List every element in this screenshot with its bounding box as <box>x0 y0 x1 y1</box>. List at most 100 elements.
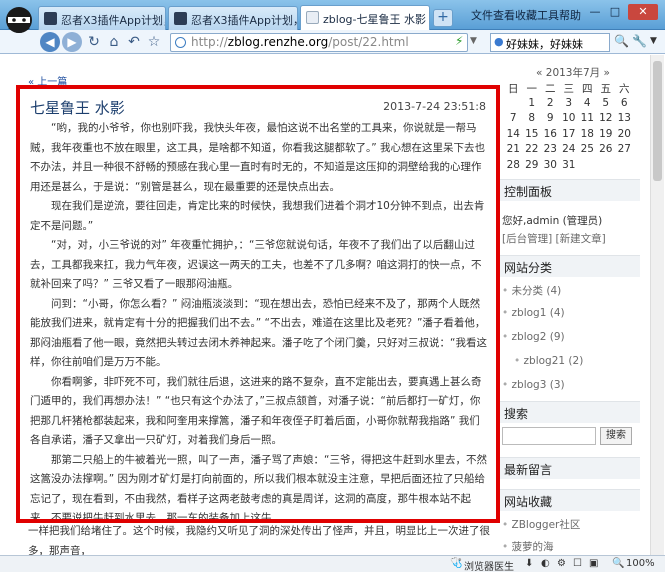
url-prefix: http:// <box>191 35 228 49</box>
zoom-icon[interactable]: 🔍 <box>612 558 624 569</box>
calendar-cell: 二 <box>545 83 556 95</box>
sidebar-search-input[interactable] <box>502 427 596 445</box>
dropdown-icon[interactable]: ▼ <box>470 36 477 46</box>
menu-view[interactable]: 查看 <box>493 7 515 23</box>
calendar-cell: 三 <box>563 83 575 95</box>
calendar-cell: 日 <box>508 83 519 95</box>
admin-dashboard-link[interactable]: [后台管理] <box>502 233 552 245</box>
menu-tools[interactable]: 工具 <box>537 7 559 23</box>
favorite-label[interactable]: ZBlogger社区 <box>512 519 581 531</box>
calendar-cell: 19 <box>599 127 613 140</box>
refresh-icon[interactable]: ↻ <box>84 32 104 52</box>
calendar-cell: 26 <box>599 143 613 155</box>
bullet-icon: • <box>502 285 512 297</box>
maximize-button[interactable]: □ <box>606 4 624 20</box>
title-bar: 忍者X3插件App计划，铺造 忍者X3插件App计划，铺造 zblog-七星鲁王… <box>0 0 665 33</box>
browser-doctor-icon[interactable]: 🩺 <box>450 558 462 569</box>
url-domain: zblog.renzhe.org <box>227 35 329 49</box>
category-label[interactable]: zblog2 (9) <box>512 331 565 343</box>
lightning-icon[interactable]: ⚡ <box>455 34 463 48</box>
status-tool-icon[interactable]: ▣ <box>589 558 598 569</box>
category-item[interactable]: • 未分类 (4) <box>502 283 561 298</box>
minimize-button[interactable]: — <box>586 4 604 20</box>
forward-icon[interactable]: ▶ <box>62 32 82 52</box>
tab-2-label: 忍者X3插件App计划，铺造 <box>191 14 297 27</box>
favorite-label[interactable]: 菠萝的海 <box>512 541 554 553</box>
category-item[interactable]: • zblog1 (4) <box>502 307 565 319</box>
category-item[interactable]: • zblog21 (2) <box>514 355 583 367</box>
address-bar[interactable]: http://zblog.renzhe.org/post/22.html <box>170 33 468 52</box>
browser-doctor-label[interactable]: 浏览器医生 <box>464 558 514 572</box>
calendar-cell: 一 <box>526 83 538 95</box>
search-engine-icon: ● <box>494 35 504 48</box>
status-tool-icon[interactable]: ⬇ <box>525 558 533 569</box>
undo-icon[interactable]: ↶ <box>124 32 144 52</box>
tab-1[interactable]: 忍者X3插件App计划，铺造 <box>38 6 166 30</box>
calendar-cell: 8 <box>528 112 536 124</box>
menu-favorites[interactable]: 收藏 <box>515 7 537 23</box>
calendar-header[interactable]: « 2013年7月 » <box>536 65 610 80</box>
menu-help[interactable]: 帮助 <box>559 7 581 23</box>
zoom-level[interactable]: 100% <box>626 558 655 569</box>
menu-file[interactable]: 文件 <box>471 7 493 23</box>
category-label[interactable]: zblog1 (4) <box>512 307 565 319</box>
calendar-cell: 28 <box>506 158 520 171</box>
post-paragraph: 那第二只船上的牛被着光一照，叫了一声，潘子骂了声娘：“三爷，得把这牛赶到水里去，… <box>30 453 487 523</box>
status-tool-icon[interactable]: ◐ <box>541 558 550 569</box>
calendar-cell: 16 <box>543 127 557 140</box>
category-item[interactable]: • zblog3 (3) <box>502 379 565 391</box>
calendar-cell: 2 <box>546 96 554 109</box>
calendar-cell: 11 <box>580 112 594 124</box>
toolbar-more-icon[interactable]: ▼ <box>650 36 657 46</box>
status-bar: 🩺 浏览器医生 ⬇ ◐ ⚙ ☐ ▣ 🔍 100% <box>0 555 665 572</box>
calendar-cell: 五 <box>600 83 612 95</box>
category-label[interactable]: 未分类 (4) <box>512 285 562 297</box>
tab-3-active[interactable]: zblog-七星鲁王 水影 <box>300 5 430 31</box>
calendar-cell: 29 <box>525 158 539 171</box>
status-tool-icon[interactable]: ⚙ <box>557 558 566 569</box>
control-panel-title: 控制面板 <box>500 179 640 201</box>
scrollbar-thumb[interactable] <box>653 61 662 181</box>
admin-links: [后台管理] [新建文章] <box>502 231 606 246</box>
post-paragraph: “哟，我的小爷爷，你也别吓我，我快头年夜，最怕这说不出名堂的工具来，你说就是一帮… <box>30 122 486 193</box>
favorite-item[interactable]: • ZBlogger社区 <box>502 517 580 532</box>
sidebar-search-button[interactable]: 搜索 <box>600 427 632 445</box>
calendar-cell: 13 <box>617 112 631 124</box>
calendar-row: 21 22 23 24 25 26 27 <box>504 143 634 159</box>
calendar-cell: 14 <box>506 127 520 140</box>
search-icon[interactable]: 🔍 <box>614 34 629 48</box>
toolbar-search-input[interactable]: ● 好妹妹，好妹妹 <box>490 33 610 52</box>
calendar-cell: 六 <box>619 83 630 95</box>
home-icon[interactable]: ⌂ <box>104 32 124 52</box>
new-tab-button[interactable]: + <box>433 9 453 27</box>
ninja-logo-icon[interactable] <box>4 4 34 48</box>
calendar-cell: 15 <box>525 127 539 140</box>
post-highlight-box: 七星鲁王 水影 2013-7-24 23:51:8 “哟，我的小爷爷，你也别吓我… <box>16 85 500 523</box>
wrench-icon[interactable]: 🔧 <box>632 34 647 48</box>
tab-3-label: zblog-七星鲁王 水影 <box>323 13 426 26</box>
calendar-cell: 23 <box>543 143 557 155</box>
post-paragraph: 现在我们是逆流，要往回走，肯定比来的时候快，我想我们进着个洞才10分钟不到点，出… <box>30 200 485 232</box>
page-scrollbar[interactable] <box>650 55 664 555</box>
ninja-favicon-icon <box>174 12 187 25</box>
status-tool-icon[interactable]: ☐ <box>573 558 582 569</box>
category-item[interactable]: • zblog2 (9) <box>502 331 565 343</box>
calendar-cell: 21 <box>506 143 520 155</box>
calendar-cell: 22 <box>525 143 539 155</box>
category-label[interactable]: zblog3 (3) <box>512 379 565 391</box>
close-button[interactable]: ✕ <box>628 4 658 20</box>
toolbar-search-text: 好妹妹，好妹妹 <box>506 38 583 51</box>
calendar-row: 14 15 16 17 18 19 20 <box>504 128 634 144</box>
bullet-icon: • <box>502 541 512 553</box>
bullet-icon: • <box>502 519 512 531</box>
new-post-link[interactable]: [新建文章] <box>556 233 606 245</box>
calendar-cell: 27 <box>617 143 631 155</box>
star-icon[interactable]: ☆ <box>144 32 164 52</box>
calendar-cell: 4 <box>583 96 591 109</box>
back-icon[interactable]: ◀ <box>40 32 60 52</box>
tab-2[interactable]: 忍者X3插件App计划，铺造 <box>168 6 298 30</box>
category-label[interactable]: zblog21 (2) <box>524 355 584 367</box>
calendar-cell: 31 <box>562 158 576 171</box>
favorite-item[interactable]: • 菠萝的海 <box>502 539 554 554</box>
globe-icon <box>175 37 186 48</box>
